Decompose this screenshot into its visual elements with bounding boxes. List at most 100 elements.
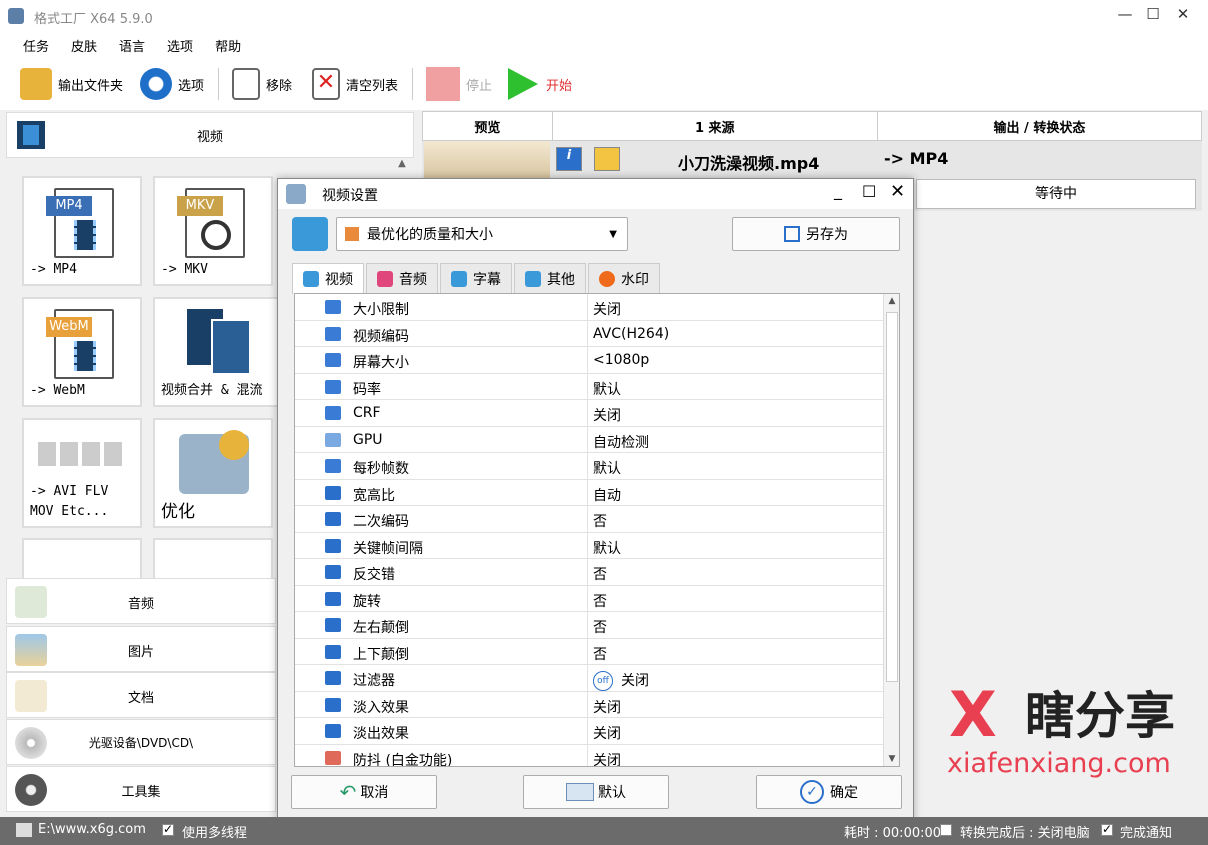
setting-value[interactable]: 默认 xyxy=(593,538,621,558)
setting-name: 防抖 (白金功能) xyxy=(353,752,453,767)
setting-value[interactable]: 自动检测 xyxy=(593,432,649,452)
tab-other[interactable]: 其他 xyxy=(514,263,586,293)
tile-partial[interactable] xyxy=(153,538,273,578)
output-folder-button[interactable]: 输出文件夹 xyxy=(20,66,123,102)
setting-value[interactable]: 否 xyxy=(593,591,607,611)
setting-value[interactable]: 关闭 xyxy=(593,405,621,425)
setting-value[interactable]: 关闭 xyxy=(593,299,621,319)
table-row[interactable]: 关键帧间隔 默认 xyxy=(295,532,883,559)
app-icon xyxy=(8,8,24,24)
category-audio[interactable]: 音频 xyxy=(6,578,276,624)
tab-video[interactable]: 视频 xyxy=(292,263,364,294)
table-row[interactable]: 反交错 否 xyxy=(295,559,883,586)
table-row[interactable]: CRF 关闭 xyxy=(295,400,883,427)
category-tools[interactable]: 工具集 xyxy=(6,766,276,812)
table-row[interactable]: GPU 自动检测 xyxy=(295,426,883,453)
options-button[interactable]: 选项 xyxy=(140,66,204,102)
table-row[interactable]: 屏幕大小 <1080p xyxy=(295,347,883,374)
dialog-close-button[interactable]: ✕ xyxy=(890,181,905,202)
tab-subtitle[interactable]: 字幕 xyxy=(440,263,512,293)
setting-value[interactable]: 关闭 xyxy=(593,750,621,767)
table-row[interactable]: 二次编码 否 xyxy=(295,506,883,533)
tile-mp4[interactable]: MP4 -> MP4 xyxy=(22,176,142,286)
grid-scrollbar[interactable]: ▲ ▼ xyxy=(883,294,899,766)
scroll-up-arrow[interactable]: ▲ xyxy=(392,158,412,176)
scroll-thumb[interactable] xyxy=(886,312,898,682)
stop-button[interactable]: 停止 xyxy=(426,66,492,102)
category-video[interactable]: 视频 xyxy=(6,112,414,158)
preset-select[interactable]: 最优化的质量和大小 ▼ xyxy=(336,217,628,251)
setting-value[interactable]: 默认 xyxy=(593,379,621,399)
setting-value[interactable]: 否 xyxy=(593,564,607,584)
minimize-button[interactable]: — xyxy=(1110,5,1140,29)
table-row[interactable]: 左右颠倒 否 xyxy=(295,612,883,639)
category-document[interactable]: 文档 xyxy=(6,672,276,718)
scroll-up-arrow[interactable]: ▲ xyxy=(884,296,899,306)
setting-value[interactable]: 自动 xyxy=(593,485,621,505)
setting-value[interactable]: AVC(H264) xyxy=(593,326,669,342)
tab-watermark[interactable]: 水印 xyxy=(588,263,660,293)
setting-value[interactable]: <1080p xyxy=(593,352,649,368)
setting-value[interactable]: 默认 xyxy=(593,458,621,478)
setting-value[interactable]: 否 xyxy=(593,511,607,531)
folder-icon[interactable] xyxy=(594,147,620,171)
setting-value-text: 默认 xyxy=(593,381,621,398)
menu-language[interactable]: 语言 xyxy=(119,34,145,55)
table-row[interactable]: 上下颠倒 否 xyxy=(295,638,883,665)
table-row[interactable]: 淡入效果 关闭 xyxy=(295,691,883,718)
column-source[interactable]: 1 来源 xyxy=(553,112,878,140)
setting-value[interactable]: 否 xyxy=(593,644,607,664)
maximize-button[interactable]: ☐ xyxy=(1138,5,1168,29)
tile-avi-flv-mov[interactable]: -> AVI FLV MOV Etc... xyxy=(22,418,142,528)
setting-value[interactable]: 否 xyxy=(593,617,607,637)
tile-mkv[interactable]: MKV -> MKV xyxy=(153,176,273,286)
menu-task[interactable]: 任务 xyxy=(23,34,49,55)
column-divider xyxy=(587,453,588,479)
shutdown-checkbox[interactable] xyxy=(940,822,952,837)
table-row[interactable]: 视频编码 AVC(H264) xyxy=(295,320,883,347)
table-row[interactable]: 大小限制 关闭 xyxy=(295,294,883,321)
dialog-app-icon xyxy=(286,184,306,204)
column-divider xyxy=(587,744,588,766)
save-as-button[interactable]: 另存为 xyxy=(732,217,900,251)
setting-icon xyxy=(325,485,341,500)
category-disc[interactable]: 光驱设备\DVD\CD\ xyxy=(6,719,276,765)
category-image[interactable]: 图片 xyxy=(6,626,276,672)
setting-value[interactable]: off 关闭 xyxy=(593,670,649,691)
column-preview[interactable]: 预览 xyxy=(423,112,553,140)
menu-options[interactable]: 选项 xyxy=(167,34,193,55)
tile-optimize[interactable]: 优化 xyxy=(153,418,273,528)
close-button[interactable]: ✕ xyxy=(1168,5,1198,29)
dialog-minimize-button[interactable]: _ xyxy=(834,181,842,200)
menu-help[interactable]: 帮助 xyxy=(215,34,241,55)
check-icon: ✓ xyxy=(800,780,824,804)
scroll-down-arrow[interactable]: ▼ xyxy=(884,754,899,764)
column-divider xyxy=(587,559,588,585)
ok-button[interactable]: ✓ 确定 xyxy=(756,775,902,809)
info-icon[interactable]: i xyxy=(556,147,582,171)
column-output-status[interactable]: 输出 / 转换状态 xyxy=(878,112,1201,140)
tile-webm[interactable]: WebM -> WebM xyxy=(22,297,142,407)
tile-partial[interactable] xyxy=(22,538,142,578)
cancel-button[interactable]: ↶ 取消 xyxy=(291,775,437,809)
table-row[interactable]: 防抖 (白金功能) 关闭 xyxy=(295,744,883,767)
notify-checkbox[interactable] xyxy=(1101,822,1113,837)
default-button[interactable]: 默认 xyxy=(523,775,669,809)
table-row[interactable]: 每秒帧数 默认 xyxy=(295,453,883,480)
output-path[interactable]: E:\www.x6g.com xyxy=(38,822,146,837)
clear-list-button[interactable]: ✕ 清空列表 xyxy=(312,66,398,102)
table-row[interactable]: 淡出效果 关闭 xyxy=(295,718,883,745)
start-button[interactable]: 开始 xyxy=(506,66,572,102)
remove-button[interactable]: 移除 xyxy=(232,66,292,102)
table-row[interactable]: 旋转 否 xyxy=(295,585,883,612)
table-row[interactable]: 过滤器 off 关闭 xyxy=(295,665,883,692)
setting-value[interactable]: 关闭 xyxy=(593,697,621,717)
multithread-checkbox[interactable] xyxy=(162,822,174,837)
table-row[interactable]: 宽高比 自动 xyxy=(295,479,883,506)
setting-value[interactable]: 关闭 xyxy=(593,723,621,743)
tab-audio[interactable]: 音频 xyxy=(366,263,438,293)
tile-merge[interactable]: 视频合并 & 混流 xyxy=(153,297,277,407)
table-row[interactable]: 码率 默认 xyxy=(295,373,883,400)
dialog-maximize-button[interactable]: ☐ xyxy=(862,182,876,201)
menu-skin[interactable]: 皮肤 xyxy=(71,34,97,55)
